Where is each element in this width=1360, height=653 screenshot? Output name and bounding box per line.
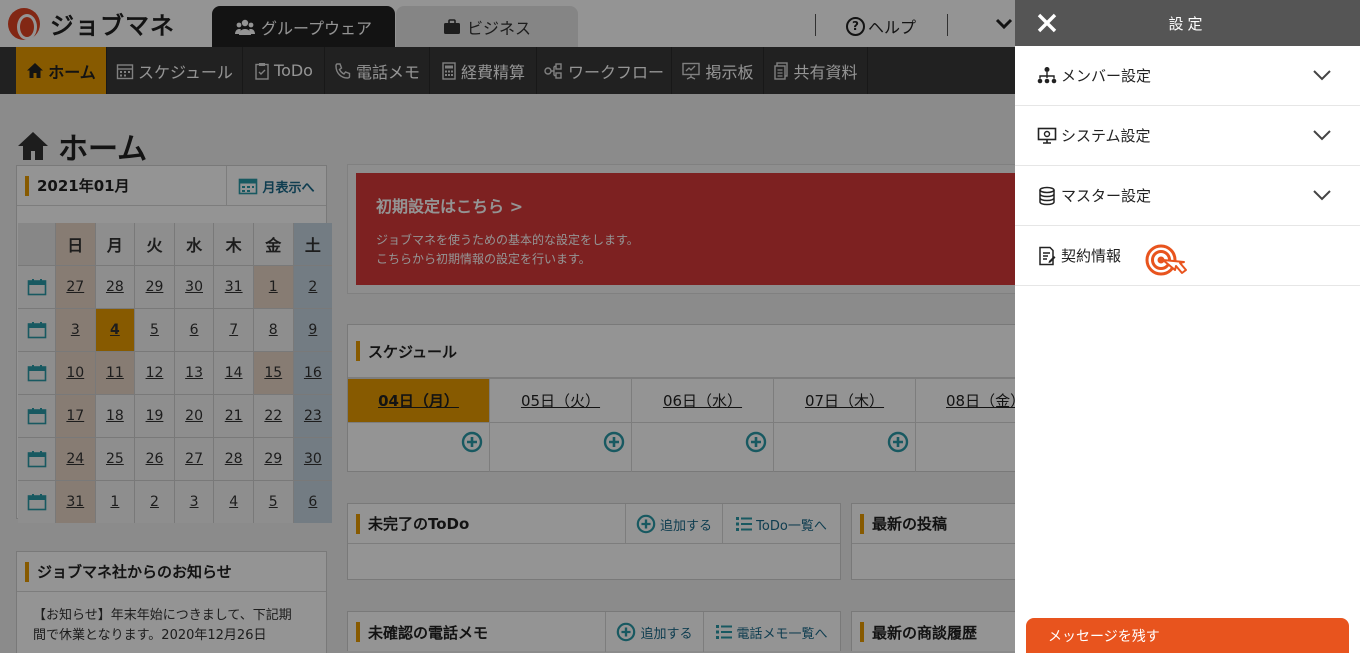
settings-item-label: 契約情報 <box>1061 247 1122 265</box>
settings-item-label: メンバー設定 <box>1061 67 1152 85</box>
leave-message-button[interactable]: メッセージを残す <box>1026 618 1349 653</box>
settings-item-members[interactable]: メンバー設定 <box>1015 46 1360 106</box>
settings-item-system[interactable]: システム設定 <box>1015 106 1360 166</box>
settings-item-label: システム設定 <box>1061 127 1151 145</box>
modal-backdrop[interactable] <box>0 0 1015 653</box>
chevron-down-icon <box>1313 130 1331 141</box>
database-icon <box>1039 186 1055 205</box>
members-icon <box>1037 66 1057 83</box>
tap-pointer-icon <box>1145 244 1187 276</box>
chevron-down-icon <box>1313 70 1331 81</box>
system-icon <box>1037 127 1057 144</box>
settings-header: 設定 <box>1015 0 1360 46</box>
settings-drawer: 設定 メンバー設定 システム設定 マスター設定 契約情報 <box>1015 0 1360 653</box>
contract-icon <box>1039 246 1056 265</box>
settings-title: 設定 <box>1168 14 1207 33</box>
close-icon[interactable] <box>1035 11 1059 35</box>
settings-item-master[interactable]: マスター設定 <box>1015 166 1360 226</box>
settings-item-label: マスター設定 <box>1061 187 1152 205</box>
settings-item-contract[interactable]: 契約情報 <box>1015 226 1360 286</box>
chevron-down-icon <box>1313 190 1331 201</box>
